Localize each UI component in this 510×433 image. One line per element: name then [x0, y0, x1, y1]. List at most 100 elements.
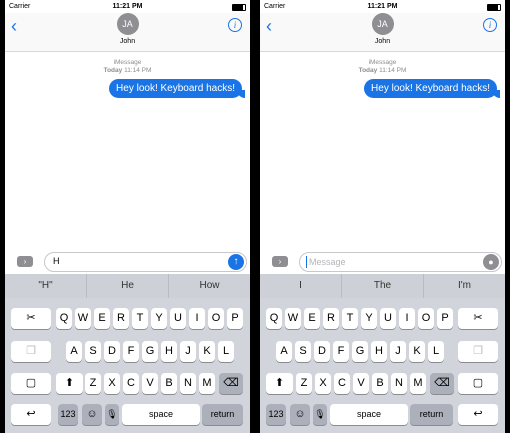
- paste-icon[interactable]: ▢: [11, 373, 51, 394]
- key-c[interactable]: C: [334, 373, 350, 394]
- prediction-2[interactable]: He: [87, 274, 169, 298]
- key-n[interactable]: N: [391, 373, 407, 394]
- message-bubble[interactable]: Hey look! Keyboard hacks!: [364, 79, 500, 98]
- contact-name[interactable]: John: [260, 38, 505, 45]
- numbers-key[interactable]: 123: [58, 404, 78, 425]
- copy-icon[interactable]: ❐: [458, 341, 498, 362]
- key-p[interactable]: P: [227, 308, 243, 329]
- key-y[interactable]: Y: [361, 308, 377, 329]
- space-key[interactable]: space: [330, 404, 408, 425]
- key-k[interactable]: K: [199, 341, 215, 362]
- prediction-3[interactable]: How: [169, 274, 250, 298]
- key-r[interactable]: R: [113, 308, 129, 329]
- key-z[interactable]: Z: [296, 373, 312, 394]
- key-g[interactable]: G: [352, 341, 368, 362]
- prediction-1[interactable]: I: [260, 274, 342, 298]
- key-p[interactable]: P: [437, 308, 453, 329]
- undo-icon[interactable]: ↩: [458, 404, 498, 425]
- shift-icon[interactable]: ⬆: [266, 373, 293, 394]
- key-d[interactable]: D: [314, 341, 330, 362]
- timestamp: 11:14 PM: [379, 67, 407, 74]
- key-b[interactable]: B: [372, 373, 388, 394]
- prediction-2[interactable]: The: [342, 274, 424, 298]
- key-t[interactable]: T: [132, 308, 148, 329]
- key-h[interactable]: H: [371, 341, 387, 362]
- key-x[interactable]: X: [104, 373, 120, 394]
- compose-bar: › H ↑: [5, 250, 250, 274]
- key-f[interactable]: F: [123, 341, 139, 362]
- key-v[interactable]: V: [353, 373, 369, 394]
- message-input[interactable]: H ↑: [44, 252, 247, 272]
- key-i[interactable]: I: [399, 308, 415, 329]
- contact-avatar[interactable]: JA: [116, 13, 139, 35]
- key-v[interactable]: V: [142, 373, 158, 394]
- app-drawer-chevron-icon[interactable]: ›: [17, 256, 33, 267]
- back-chevron-icon[interactable]: ‹: [11, 16, 17, 36]
- key-m[interactable]: M: [410, 373, 426, 394]
- key-j[interactable]: J: [180, 341, 196, 362]
- key-f[interactable]: F: [333, 341, 349, 362]
- key-y[interactable]: Y: [151, 308, 167, 329]
- undo-icon[interactable]: ↩: [11, 404, 51, 425]
- info-icon[interactable]: i: [228, 18, 242, 32]
- key-d[interactable]: D: [104, 341, 120, 362]
- key-w[interactable]: W: [75, 308, 91, 329]
- back-chevron-icon[interactable]: ‹: [266, 16, 272, 36]
- key-a[interactable]: A: [276, 341, 292, 362]
- key-s[interactable]: S: [295, 341, 311, 362]
- message-bubble[interactable]: Hey look! Keyboard hacks!: [109, 79, 245, 98]
- key-n[interactable]: N: [180, 373, 196, 394]
- key-z[interactable]: Z: [85, 373, 101, 394]
- status-time: 11:21 PM: [112, 3, 143, 10]
- paste-icon[interactable]: ▢: [458, 373, 498, 394]
- emoji-icon[interactable]: ☺: [290, 404, 310, 425]
- contact-name[interactable]: John: [5, 38, 250, 45]
- space-key[interactable]: space: [122, 404, 200, 425]
- key-u[interactable]: U: [380, 308, 396, 329]
- backspace-icon[interactable]: ⌫: [430, 373, 454, 394]
- shift-icon[interactable]: ⬆: [56, 373, 83, 394]
- prediction-1[interactable]: "H": [5, 274, 87, 298]
- key-m[interactable]: M: [199, 373, 215, 394]
- key-g[interactable]: G: [142, 341, 158, 362]
- key-i[interactable]: I: [189, 308, 205, 329]
- key-x[interactable]: X: [315, 373, 331, 394]
- app-drawer-chevron-icon[interactable]: ›: [272, 256, 288, 267]
- key-e[interactable]: E: [94, 308, 110, 329]
- key-o[interactable]: O: [208, 308, 224, 329]
- emoji-icon[interactable]: ☺: [82, 404, 102, 425]
- dictation-mic-icon[interactable]: 🎙: [313, 404, 327, 425]
- key-e[interactable]: E: [304, 308, 320, 329]
- key-t[interactable]: T: [342, 308, 358, 329]
- key-h[interactable]: H: [161, 341, 177, 362]
- send-arrow-icon[interactable]: ↑: [228, 254, 244, 270]
- microphone-icon[interactable]: ●: [483, 254, 499, 270]
- key-q[interactable]: Q: [266, 308, 282, 329]
- key-a[interactable]: A: [66, 341, 82, 362]
- key-j[interactable]: J: [390, 341, 406, 362]
- dictation-mic-icon[interactable]: 🎙: [105, 404, 119, 425]
- key-u[interactable]: U: [170, 308, 186, 329]
- backspace-icon[interactable]: ⌫: [219, 373, 243, 394]
- info-icon[interactable]: i: [483, 18, 497, 32]
- key-k[interactable]: K: [409, 341, 425, 362]
- key-s[interactable]: S: [85, 341, 101, 362]
- return-key[interactable]: return: [410, 404, 453, 425]
- return-key[interactable]: return: [202, 404, 243, 425]
- key-q[interactable]: Q: [56, 308, 72, 329]
- key-b[interactable]: B: [161, 373, 177, 394]
- key-r[interactable]: R: [323, 308, 339, 329]
- numbers-key[interactable]: 123: [266, 404, 286, 425]
- key-o[interactable]: O: [418, 308, 434, 329]
- battery-icon: [232, 4, 246, 11]
- key-c[interactable]: C: [123, 373, 139, 394]
- key-l[interactable]: L: [428, 341, 444, 362]
- message-input[interactable]: Message ●: [299, 252, 502, 272]
- contact-avatar[interactable]: JA: [371, 13, 394, 35]
- copy-icon[interactable]: ❐: [11, 341, 51, 362]
- key-l[interactable]: L: [218, 341, 234, 362]
- key-w[interactable]: W: [285, 308, 301, 329]
- cut-scissors-icon[interactable]: ✂: [458, 308, 498, 329]
- cut-scissors-icon[interactable]: ✂: [11, 308, 51, 329]
- prediction-3[interactable]: I'm: [424, 274, 505, 298]
